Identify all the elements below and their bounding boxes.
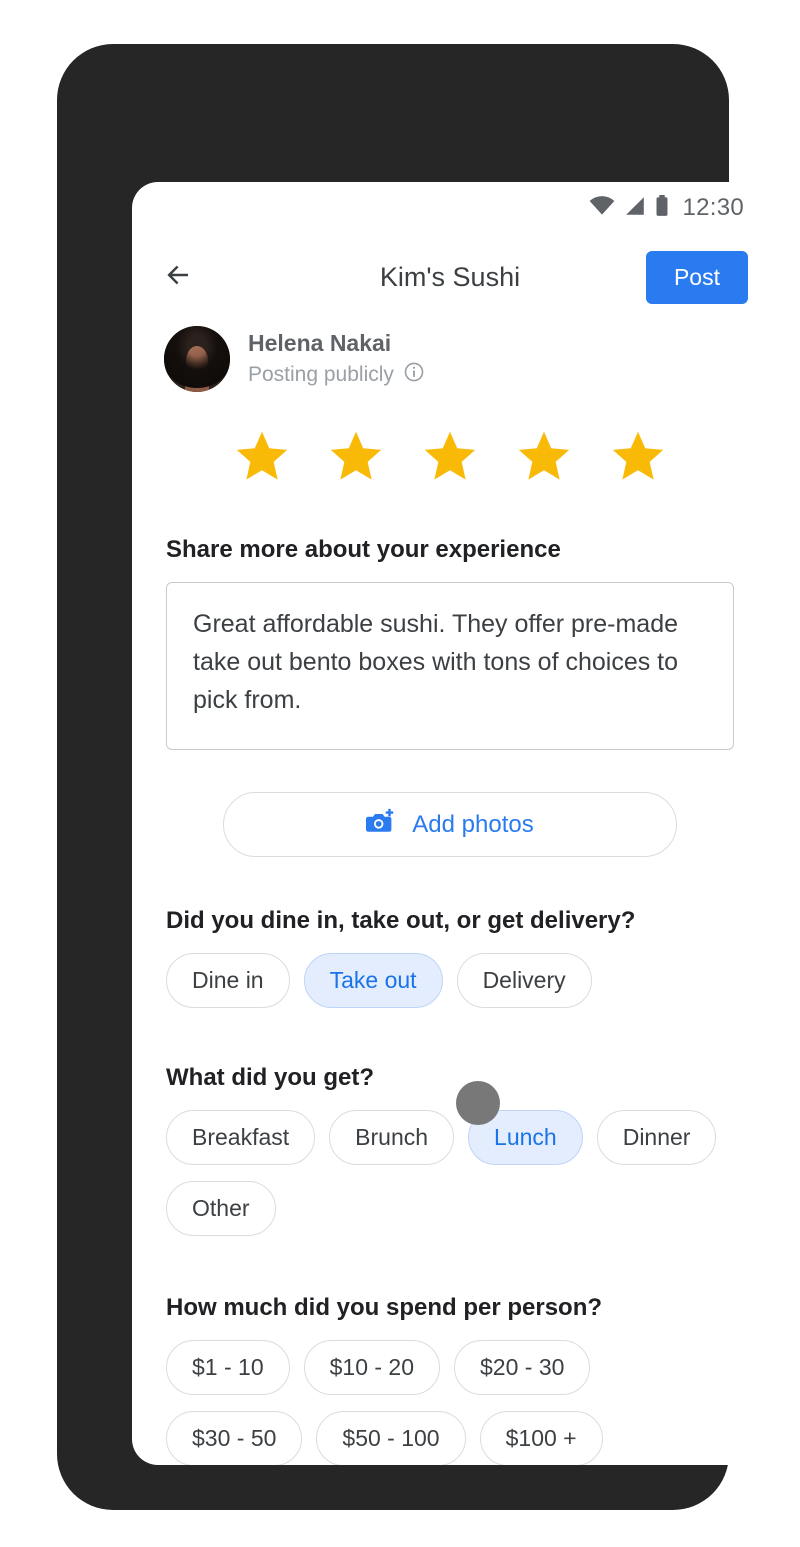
chip-meal-brunch[interactable]: Brunch — [329, 1110, 455, 1165]
question-title-spend: How much did you spend per person? — [166, 1294, 603, 1321]
question-group-service: Did you dine in, take out, or get delive… — [166, 907, 734, 1008]
chip-spend-20-30[interactable]: $20 - 30 — [454, 1340, 591, 1395]
star-icon-5[interactable] — [609, 428, 667, 484]
posting-visibility[interactable]: Posting publicly — [248, 361, 425, 389]
info-icon[interactable] — [403, 361, 425, 389]
avatar — [164, 326, 230, 392]
avatar-hair — [164, 326, 230, 389]
chip-row-service: Dine in Take out Delivery — [166, 953, 734, 1008]
post-button[interactable]: Post — [645, 250, 748, 304]
add-photos-button[interactable]: Add photos — [223, 792, 677, 857]
chip-spend-100[interactable]: $100 + — [479, 1411, 603, 1465]
star-icon-4[interactable] — [515, 428, 573, 484]
phone-frame: 12:30 Kim's Sushi Post Helena Nakai Post… — [57, 44, 768, 1510]
status-bar: 12:30 — [132, 182, 768, 234]
star-icon-1[interactable] — [233, 428, 291, 484]
review-section-label: Share more about your experience — [166, 536, 561, 563]
chip-spend-50-100[interactable]: $50 - 100 — [316, 1411, 466, 1465]
chip-service-take-out[interactable]: Take out — [303, 953, 443, 1008]
chip-row-spend: $1 - 10 $10 - 20 $20 - 30 $30 - 50 $50 - 100… — [166, 1340, 734, 1465]
add-photos-row: Add photos — [166, 792, 734, 857]
chip-service-dine-in[interactable]: Dine in — [166, 953, 290, 1008]
chip-row-meal: Breakfast Brunch Lunch Dinner Other — [166, 1110, 734, 1236]
author-name: Helena Nakai — [248, 329, 392, 356]
chip-meal-other[interactable]: Other — [166, 1181, 276, 1236]
chip-meal-breakfast[interactable]: Breakfast — [166, 1110, 316, 1165]
phone-screen: 12:30 Kim's Sushi Post Helena Nakai Post… — [132, 182, 768, 1465]
app-bar: Kim's Sushi Post — [132, 234, 768, 320]
cell-signal-icon — [624, 196, 646, 221]
battery-icon — [655, 194, 669, 222]
chip-spend-30-50[interactable]: $30 - 50 — [166, 1411, 303, 1465]
posting-visibility-label: Posting publicly — [248, 363, 394, 387]
add-photos-label: Add photos — [412, 810, 534, 838]
star-rating[interactable] — [132, 428, 768, 484]
back-button[interactable] — [152, 251, 204, 303]
question-title-service: Did you dine in, take out, or get delive… — [166, 907, 636, 934]
review-form: Share more about your experience Great a… — [132, 536, 768, 1465]
author-row: Helena Nakai Posting publicly — [132, 320, 768, 392]
add-photo-camera-icon — [366, 808, 396, 841]
question-title-meal: What did you get? — [166, 1064, 374, 1091]
author-info: Helena Nakai Posting publicly — [248, 329, 425, 390]
chip-spend-10-20[interactable]: $10 - 20 — [303, 1340, 441, 1395]
wifi-icon — [589, 195, 615, 221]
star-icon-3[interactable] — [421, 428, 479, 484]
status-time: 12:30 — [682, 194, 744, 221]
review-textarea[interactable]: Great affordable sushi. They offer pre-m… — [166, 582, 734, 750]
chip-service-delivery[interactable]: Delivery — [456, 953, 592, 1008]
question-group-spend: How much did you spend per person? $1 - … — [166, 1294, 734, 1465]
chip-spend-1-10[interactable]: $1 - 10 — [166, 1340, 290, 1395]
chip-meal-dinner[interactable]: Dinner — [596, 1110, 717, 1165]
star-icon-2[interactable] — [327, 428, 385, 484]
back-arrow-icon — [161, 260, 195, 295]
question-group-meal: What did you get? Breakfast Brunch Lunch Di… — [166, 1064, 734, 1236]
chip-meal-lunch[interactable]: Lunch — [468, 1110, 583, 1165]
